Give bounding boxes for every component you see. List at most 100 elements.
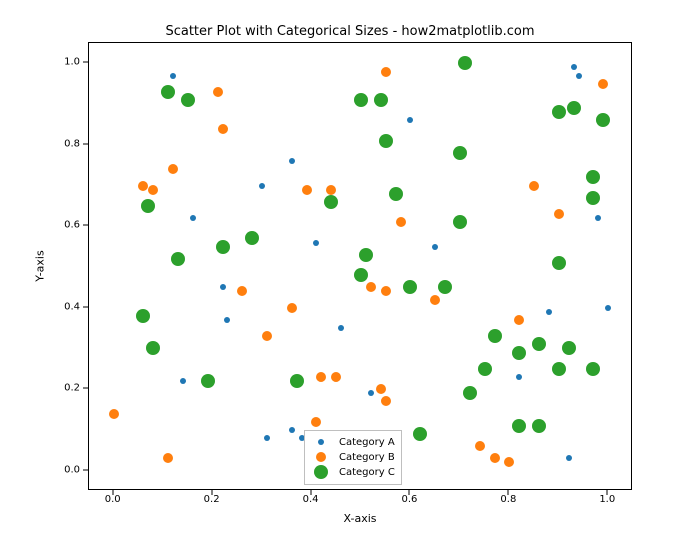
point-cat-b (311, 417, 321, 427)
plot-area (88, 42, 632, 490)
point-cat-b (138, 181, 148, 191)
point-cat-b (168, 164, 178, 174)
point-cat-b (430, 295, 440, 305)
point-cat-c (458, 56, 472, 70)
point-cat-c (201, 374, 215, 388)
point-cat-b (262, 331, 272, 341)
point-cat-a (595, 215, 601, 221)
point-cat-c (552, 105, 566, 119)
point-cat-c (245, 231, 259, 245)
x-tick-label: 0.2 (204, 494, 220, 505)
x-tick-label: 1.0 (599, 494, 615, 505)
point-cat-a (259, 183, 265, 189)
y-tick-mark (83, 469, 88, 470)
legend-item-b: Category B (311, 450, 395, 465)
point-cat-c (379, 134, 393, 148)
point-cat-c (586, 191, 600, 205)
y-tick-label: 1.0 (64, 57, 80, 68)
point-cat-c (354, 268, 368, 282)
point-cat-b (237, 286, 247, 296)
point-cat-b (475, 441, 485, 451)
point-cat-b (490, 453, 500, 463)
y-tick-label: 0.2 (64, 383, 80, 394)
point-cat-c (141, 199, 155, 213)
point-cat-b (163, 453, 173, 463)
point-cat-c (181, 93, 195, 107)
point-cat-c (567, 101, 581, 115)
legend-label-c: Category C (339, 465, 395, 480)
point-cat-b (218, 124, 228, 134)
point-cat-a (170, 73, 176, 79)
point-cat-b (366, 282, 376, 292)
point-cat-c (586, 362, 600, 376)
legend-item-a: Category A (311, 435, 395, 450)
y-tick-label: 0.6 (64, 220, 80, 231)
point-cat-c (374, 93, 388, 107)
point-cat-a (407, 117, 413, 123)
point-cat-b (381, 396, 391, 406)
y-tick-mark (83, 143, 88, 144)
legend-dot-c-icon (314, 465, 328, 479)
point-cat-b (287, 303, 297, 313)
point-cat-c (290, 374, 304, 388)
x-tick-label: 0.0 (105, 494, 121, 505)
legend-item-c: Category C (311, 465, 395, 480)
point-cat-c (453, 215, 467, 229)
point-cat-c (586, 170, 600, 184)
point-cat-a (432, 244, 438, 250)
point-cat-c (552, 362, 566, 376)
point-cat-c (532, 337, 546, 351)
point-cat-c (359, 248, 373, 262)
legend: Category A Category B Category C (304, 430, 402, 485)
point-cat-a (576, 73, 582, 79)
point-cat-c (453, 146, 467, 160)
point-cat-a (289, 427, 295, 433)
y-tick-label: 0.8 (64, 138, 80, 149)
x-tick-label: 0.6 (402, 494, 418, 505)
point-cat-c (596, 113, 610, 127)
legend-label-a: Category A (339, 435, 395, 450)
point-cat-c (438, 280, 452, 294)
point-cat-a (190, 215, 196, 221)
point-cat-a (516, 374, 522, 380)
point-cat-c (562, 341, 576, 355)
point-cat-a (368, 390, 374, 396)
point-cat-b (598, 79, 608, 89)
y-tick-label: 0.4 (64, 301, 80, 312)
chart-title: Scatter Plot with Categorical Sizes - ho… (0, 24, 700, 39)
y-tick-mark (83, 225, 88, 226)
point-cat-b (316, 372, 326, 382)
point-cat-b (396, 217, 406, 227)
point-cat-b (514, 315, 524, 325)
legend-label-b: Category B (339, 450, 395, 465)
x-tick-label: 0.8 (500, 494, 516, 505)
y-tick-mark (83, 62, 88, 63)
y-tick-mark (83, 388, 88, 389)
point-cat-b (213, 87, 223, 97)
x-axis-label: X-axis (88, 512, 632, 525)
point-cat-a (571, 64, 577, 70)
point-cat-c (171, 252, 185, 266)
point-cat-c (463, 386, 477, 400)
point-cat-c (161, 85, 175, 99)
point-cat-c (413, 427, 427, 441)
point-cat-b (148, 185, 158, 195)
point-cat-b (554, 209, 564, 219)
point-cat-c (403, 280, 417, 294)
point-cat-b (376, 384, 386, 394)
y-tick-mark (83, 306, 88, 307)
point-cat-b (529, 181, 539, 191)
point-cat-b (302, 185, 312, 195)
point-cat-c (478, 362, 492, 376)
point-cat-c (512, 346, 526, 360)
point-cat-c (552, 256, 566, 270)
point-cat-c (146, 341, 160, 355)
point-cat-c (216, 240, 230, 254)
point-cat-c (512, 419, 526, 433)
x-tick-label: 0.4 (303, 494, 319, 505)
point-cat-b (331, 372, 341, 382)
point-cat-c (354, 93, 368, 107)
point-cat-a (605, 305, 611, 311)
point-cat-a (566, 455, 572, 461)
point-cat-a (313, 240, 319, 246)
